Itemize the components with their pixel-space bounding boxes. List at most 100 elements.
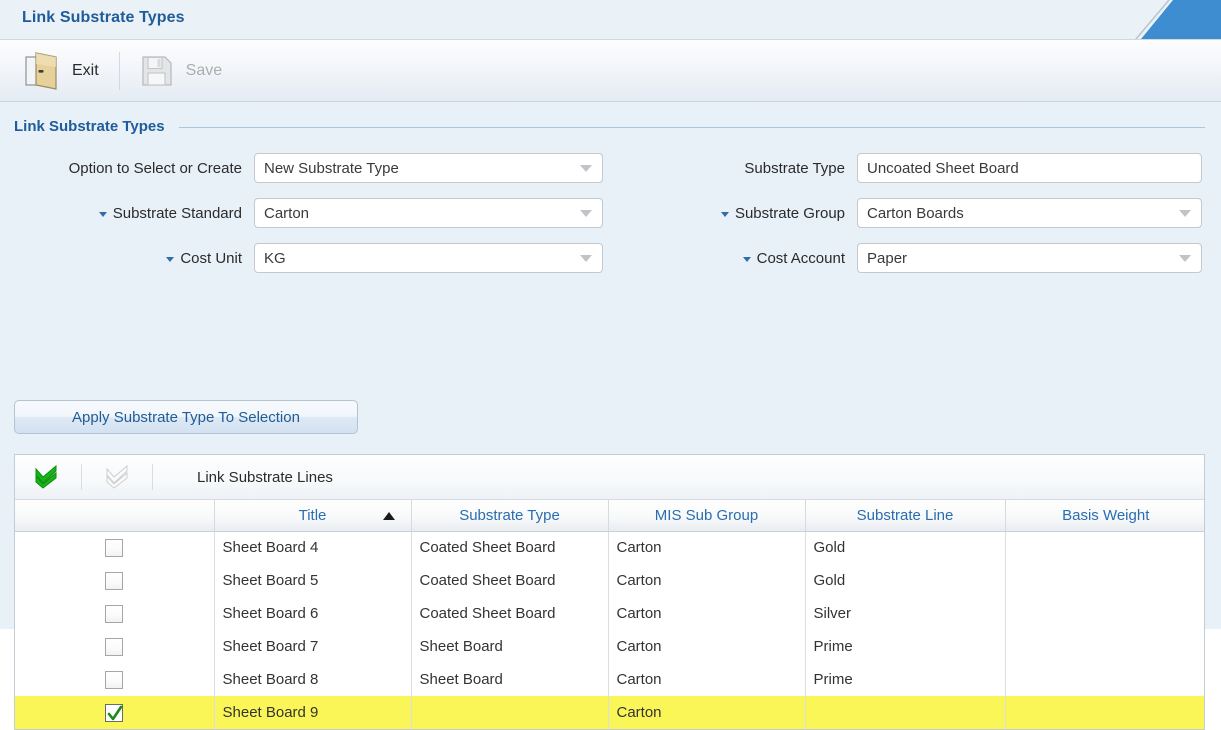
section-title: Link Substrate Types <box>14 118 165 135</box>
checkbox-unchecked[interactable] <box>105 604 124 623</box>
column-header-substrate-type[interactable]: Substrate Type <box>411 500 609 532</box>
save-button[interactable]: Save <box>132 52 230 90</box>
table-row[interactable]: Sheet Board 6 Coated Sheet Board Carton Sil… <box>15 597 1204 630</box>
row-checkbox-cell[interactable] <box>15 597 215 630</box>
field-label-text: Substrate Standard <box>112 204 242 222</box>
table-row[interactable]: Sheet Board 5 Coated Sheet Board Carton Gol… <box>15 564 1204 597</box>
column-header-title[interactable]: Title <box>214 500 412 532</box>
field-substrate-group: Substrate Group Carton Boards <box>603 198 1202 228</box>
link-substrate-lines-panel: Link Substrate Lines Title Substrate Typ… <box>14 454 1205 730</box>
dropdown-value: New Substrate Type <box>264 159 399 177</box>
table-row[interactable]: Sheet Board 9 Carton <box>15 696 1204 729</box>
cell-title: Sheet Board 6 <box>214 597 412 630</box>
cell-substrate-type: Coated Sheet Board <box>411 564 609 597</box>
field-label-option-to-select-or-create: Option to Select or Create <box>0 160 254 177</box>
cell-title: Sheet Board 8 <box>214 663 412 696</box>
chevron-down-icon[interactable] <box>580 210 592 217</box>
checkbox-unchecked[interactable] <box>105 670 124 689</box>
chevron-down-icon[interactable] <box>580 255 592 262</box>
grid-toolbar-separator <box>81 464 82 490</box>
field-substrate-standard: Substrate Standard Carton <box>0 198 603 228</box>
cell-mis-sub-group: Carton <box>608 663 806 696</box>
cell-mis-sub-group: Carton <box>608 630 806 663</box>
field-option-to-select-or-create: Option to Select or Create New Substrate… <box>0 153 603 183</box>
substrate-lines-table: Title Substrate Type MIS Sub Group Subst… <box>15 500 1204 729</box>
cell-title: Sheet Board 9 <box>214 696 412 729</box>
checkbox-unchecked[interactable] <box>105 637 124 656</box>
column-header-substrate-line[interactable]: Substrate Line <box>805 500 1006 532</box>
table-row[interactable]: Sheet Board 7 Sheet Board Carton Prime <box>15 630 1204 663</box>
checkbox-checked[interactable] <box>105 703 124 722</box>
chevron-down-icon[interactable] <box>1179 255 1191 262</box>
field-label-text: Cost Account <box>756 249 845 267</box>
field-label-substrate-group: Substrate Group <box>603 205 857 222</box>
dropdown-substrate-group[interactable]: Carton Boards <box>857 198 1202 228</box>
cell-substrate-line <box>805 696 1006 729</box>
cell-basis-weight <box>1005 696 1204 729</box>
column-header-checkbox[interactable] <box>15 500 215 532</box>
table-row[interactable]: Sheet Board 8 Sheet Board Carton Prime <box>15 663 1204 696</box>
row-checkbox-cell[interactable] <box>15 696 215 729</box>
cell-mis-sub-group: Carton <box>608 564 806 597</box>
cell-substrate-line: Gold <box>805 531 1006 564</box>
substrate-type-input[interactable]: Uncoated Sheet Board <box>857 153 1202 183</box>
cell-substrate-type <box>411 696 609 729</box>
substrate-form: Option to Select or Create New Substrate… <box>0 141 1221 273</box>
apply-button-label: Apply Substrate Type To Selection <box>72 408 300 426</box>
section-header: Link Substrate Types <box>0 102 1221 135</box>
double-check-gray-icon[interactable] <box>104 464 130 489</box>
exit-label: Exit <box>72 61 99 79</box>
field-label-text: Cost Unit <box>180 249 242 267</box>
cell-title: Sheet Board 4 <box>214 531 412 564</box>
chevron-down-icon[interactable] <box>580 165 592 172</box>
field-label-text: Substrate Type <box>744 159 845 177</box>
chevron-down-icon[interactable] <box>1179 210 1191 217</box>
cell-basis-weight <box>1005 531 1204 564</box>
dropdown-value: KG <box>264 249 286 267</box>
column-header-mis-sub-group[interactable]: MIS Sub Group <box>608 500 806 532</box>
grid-toolbar: Link Substrate Lines <box>15 455 1204 500</box>
sort-ascending-icon[interactable] <box>382 512 395 521</box>
field-label-text: Option to Select or Create <box>68 159 242 177</box>
cell-substrate-line: Silver <box>805 597 1006 630</box>
field-label-cost-account: Cost Account <box>603 250 857 267</box>
row-checkbox-cell[interactable] <box>15 531 215 564</box>
cell-substrate-type: Coated Sheet Board <box>411 597 609 630</box>
cell-basis-weight <box>1005 564 1204 597</box>
checkbox-unchecked[interactable] <box>105 538 124 557</box>
table-row[interactable]: Sheet Board 4 Coated Sheet Board Carton Gol… <box>15 531 1204 564</box>
cell-basis-weight <box>1005 597 1204 630</box>
cell-mis-sub-group: Carton <box>608 696 806 729</box>
field-cost-account: Cost Account Paper <box>603 243 1202 273</box>
triangle-marker-icon <box>98 211 107 217</box>
row-checkbox-cell[interactable] <box>15 630 215 663</box>
cell-mis-sub-group: Carton <box>608 597 806 630</box>
checkbox-unchecked[interactable] <box>105 571 124 590</box>
dropdown-cost-account[interactable]: Paper <box>857 243 1202 273</box>
triangle-marker-icon <box>742 256 751 262</box>
table-header-row: Title Substrate Type MIS Sub Group Subst… <box>15 500 1204 532</box>
field-label-substrate-type: Substrate Type <box>603 160 857 177</box>
row-checkbox-cell[interactable] <box>15 564 215 597</box>
apply-substrate-type-button[interactable]: Apply Substrate Type To Selection <box>14 400 358 434</box>
main-toolbar: Exit Save <box>0 40 1221 102</box>
dropdown-cost-unit[interactable]: KG <box>254 243 603 273</box>
floppy-disk-icon <box>140 54 174 88</box>
dropdown-value: Carton Boards <box>867 204 964 222</box>
cell-mis-sub-group: Carton <box>608 531 806 564</box>
cell-title: Sheet Board 7 <box>214 630 412 663</box>
exit-button[interactable]: Exit <box>16 49 107 93</box>
cell-basis-weight <box>1005 630 1204 663</box>
field-substrate-type: Substrate Type Uncoated Sheet Board <box>603 153 1202 183</box>
save-label: Save <box>185 61 223 79</box>
cell-substrate-type: Coated Sheet Board <box>411 531 609 564</box>
column-header-basis-weight[interactable]: Basis Weight <box>1005 500 1204 532</box>
dropdown-option-to-select-or-create[interactable]: New Substrate Type <box>254 153 603 183</box>
grid-title: Link Substrate Lines <box>197 468 333 486</box>
field-label-substrate-standard: Substrate Standard <box>0 205 254 222</box>
double-check-green-icon[interactable] <box>33 464 59 489</box>
cell-substrate-line: Prime <box>805 663 1006 696</box>
cell-substrate-line: Gold <box>805 564 1006 597</box>
dropdown-substrate-standard[interactable]: Carton <box>254 198 603 228</box>
row-checkbox-cell[interactable] <box>15 663 215 696</box>
